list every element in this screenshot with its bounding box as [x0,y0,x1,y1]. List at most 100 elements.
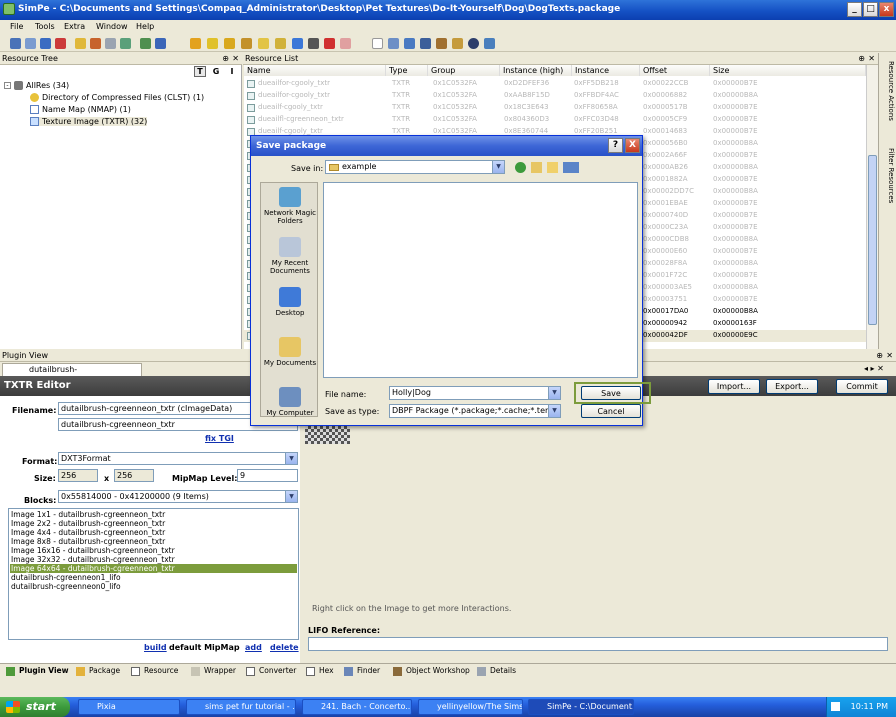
up-folder-icon[interactable] [531,162,542,173]
col-offset[interactable]: Offset [640,65,710,76]
tool-6-icon[interactable] [275,38,286,49]
tab-details[interactable]: Details [477,666,516,676]
image-list-item[interactable]: dutailbrush-cgreenneon1_lifo [10,573,297,582]
task-yellinyellow[interactable]: yellinyellow/The Sims... [418,699,523,715]
dialog-close-button[interactable]: X [625,138,640,153]
table-row[interactable]: dueailfor-cgooly_txtr TXTR 0x1C0532FA 0xD2D… [244,78,866,90]
scroll-thumb[interactable] [868,155,877,325]
chevron-down-icon[interactable]: ▼ [285,491,297,502]
refresh-icon[interactable] [292,38,303,49]
tree-view-i-button[interactable]: I [226,66,238,77]
place-desktop[interactable]: Desktop [261,287,319,317]
blocks-select[interactable]: 0x55814000 - 0x41200000 (9 Items) ▼ [58,490,298,503]
file-name-input[interactable]: Holly|Dog ▼ [389,386,561,400]
place-network-magic[interactable]: Network Magic Folders [261,187,319,225]
fix-tgi-link[interactable]: fix TGI [205,434,234,443]
file-browser-area[interactable] [323,182,638,378]
col-name[interactable]: Name [244,65,386,76]
new-folder-icon[interactable] [547,162,558,173]
save-in-select[interactable]: example ▼ [325,160,505,174]
pin-icon[interactable]: ⊕ [876,350,883,362]
save-icon[interactable] [40,38,51,49]
chevron-down-icon[interactable]: ▼ [548,405,560,417]
close-button[interactable]: x [879,2,894,17]
tree-item-nmap[interactable]: Name Map (NMAP) (1) [30,105,131,114]
tree-view-g-button[interactable]: G [210,66,222,77]
views-menu-icon[interactable] [563,162,579,173]
collapse-icon[interactable]: - [4,82,11,89]
plugin-doc-tab[interactable]: dutailbrush-cgreenneon_txtr [2,363,142,386]
format-select[interactable]: DXT3Format ▼ [58,452,298,465]
tool-2-icon[interactable] [207,38,218,49]
objects-icon[interactable] [120,38,131,49]
tab-finder[interactable]: Finder [344,666,380,676]
tab-scroll-arrows[interactable]: ◂ ▸ ✕ [864,364,884,373]
table-row[interactable]: dueailfl-cgreenneon_txtr TXTR 0x1C0532FA 0x… [244,114,866,126]
hammer-icon[interactable] [436,38,447,49]
import-button[interactable]: Import... [708,379,760,394]
col-instance[interactable]: Instance [572,65,640,76]
tool-5-icon[interactable] [258,38,269,49]
delete-link[interactable]: delete [270,643,299,652]
import-icon[interactable] [388,38,399,49]
side-tab-resource-actions[interactable]: Resource Actions [881,61,895,121]
tab-plugin-view[interactable]: Plugin View [6,666,69,676]
size-width-field[interactable]: 256 [58,469,98,482]
dialog-help-button[interactable]: ? [608,138,623,153]
search-icon[interactable] [484,38,495,49]
tree-item-txtr[interactable]: Texture Image (TXTR) (32) [30,117,148,126]
new-icon[interactable] [10,38,21,49]
close-pane-icon[interactable]: ✕ [886,350,893,362]
cancel-button[interactable]: Cancel [581,404,641,418]
back-icon[interactable] [515,162,526,173]
texture-preview[interactable] [305,426,350,444]
image-list-item[interactable]: Image 64x64 - dutailbrush-cgreenneon_txt… [10,564,297,573]
place-my-documents[interactable]: My Documents [261,337,319,367]
chevron-down-icon[interactable]: ▼ [285,453,297,464]
stop-icon[interactable] [468,38,479,49]
resource-list-scrollbar[interactable] [866,65,878,349]
new-doc-icon[interactable] [372,38,383,49]
menu-window[interactable]: Window [96,22,128,31]
tray-icon[interactable] [831,702,840,711]
table-row[interactable]: dueailf-cgooly_txtr TXTR 0x1C0532FA 0x18C3E… [244,102,866,114]
task-sims-pet-fur[interactable]: sims pet fur tutorial - ... [186,699,296,715]
tab-converter[interactable]: Converter [246,666,296,676]
col-group[interactable]: Group [428,65,500,76]
add-link[interactable]: add [245,643,262,652]
export-button[interactable]: Export... [766,379,818,394]
maximize-button[interactable]: □ [863,2,878,17]
image-list-item[interactable]: Image 2x2 - dutailbrush-cgreenneon_txtr [10,519,297,528]
tree-item-allres[interactable]: - AllRes (34) [4,81,69,90]
eraser-icon[interactable] [340,38,351,49]
place-recent-documents[interactable]: My Recent Documents [261,237,319,275]
place-my-computer[interactable]: My Computer [261,387,319,417]
tool-4-icon[interactable] [241,38,252,49]
wand-icon[interactable] [75,38,86,49]
save-all-icon[interactable] [420,38,431,49]
tab-wrapper[interactable]: Wrapper [191,666,236,676]
save-as-type-select[interactable]: DBPF Package (*.package;*.cache;*.templa… [389,404,561,418]
tab-hex[interactable]: Hex [306,666,334,676]
scan-icon[interactable] [105,38,116,49]
image-list-item[interactable]: Image 4x4 - dutailbrush-cgreenneon_txtr [10,528,297,537]
tree-item-clst[interactable]: Directory of Compressed Files (CLST) (1) [30,93,204,102]
tree-view-t-button[interactable]: T [194,66,206,77]
save-button[interactable]: Save [581,386,641,400]
tool-1-icon[interactable] [190,38,201,49]
minimize-button[interactable]: _ [847,2,862,17]
size-height-field[interactable]: 256 [114,469,154,482]
task-simpe[interactable]: SimPe - C:\Document... [528,699,634,715]
bomb-icon[interactable] [308,38,319,49]
tool-3-icon[interactable] [224,38,235,49]
close-file-icon[interactable] [55,38,66,49]
col-type[interactable]: Type [386,65,428,76]
commit-button[interactable]: Commit [836,379,888,394]
fire-icon[interactable] [90,38,101,49]
col-size[interactable]: Size [710,65,866,76]
open-icon[interactable] [25,38,36,49]
task-bach-concerto[interactable]: 241. Bach - Concerto... [302,699,412,715]
image-list-item[interactable]: Image 1x1 - dutailbrush-cgreenneon_txtr [10,510,297,519]
pin-icon[interactable]: ⊕ [858,53,865,65]
chevron-down-icon[interactable]: ▼ [492,161,504,173]
